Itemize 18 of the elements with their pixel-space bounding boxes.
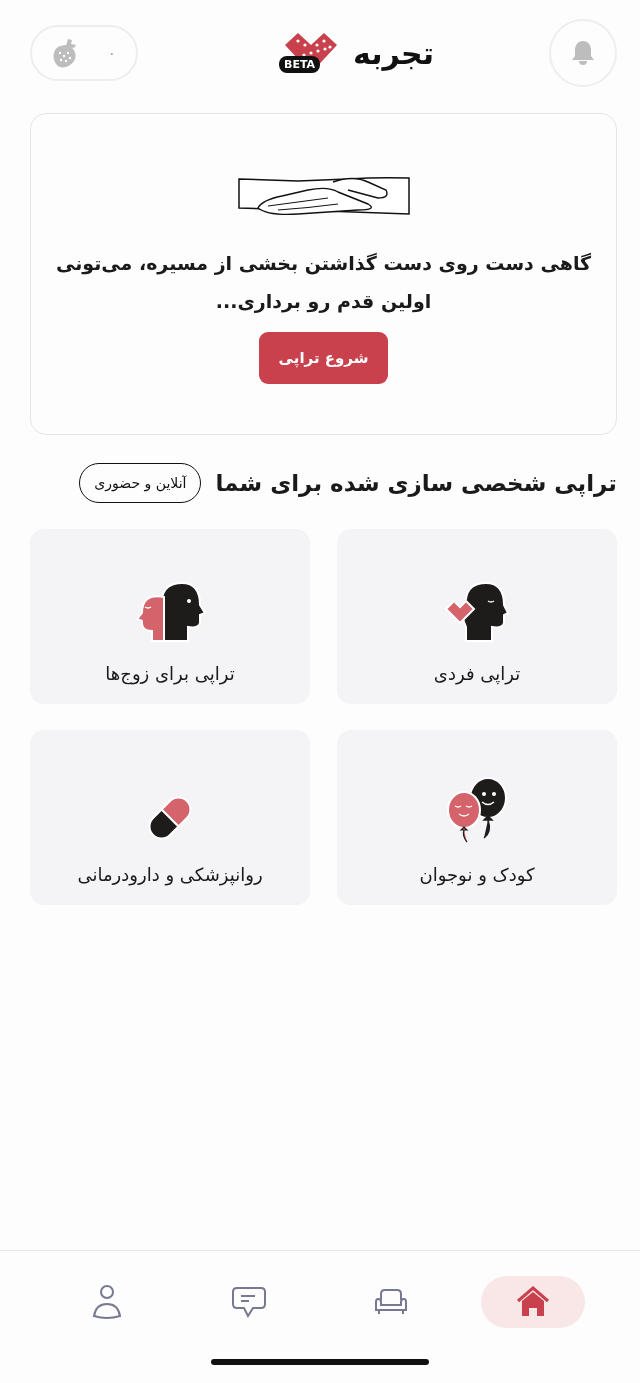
category-card[interactable]: کودک و نوجوان xyxy=(337,730,617,905)
category-card[interactable]: تراپی فردی xyxy=(337,529,617,704)
filter-chip[interactable]: آنلاین و حضوری xyxy=(79,463,202,503)
hero-text: گاهی دست روی دست گذاشتن بخشی از مسیره، می‌تونی اولین قدم رو برداری... xyxy=(54,251,593,315)
beta-badge: BETA xyxy=(279,56,321,73)
bell-icon xyxy=(570,39,596,67)
chat-icon xyxy=(231,1286,267,1318)
start-therapy-button[interactable]: شروع تراپی xyxy=(258,332,389,384)
category-card[interactable]: تراپی برای زوج‌ها xyxy=(30,529,310,704)
points-count: ۰ xyxy=(107,43,116,63)
sofa-icon xyxy=(374,1288,408,1316)
section-title: تراپی شخصی سازی شده برای شما xyxy=(215,470,617,496)
profile-icon xyxy=(92,1284,122,1320)
category-card[interactable]: روانپزشکی و دارودرمانی xyxy=(30,730,310,905)
head-with-heart-icon xyxy=(444,579,510,645)
logo-text: تجربه xyxy=(353,35,434,71)
nav-tab[interactable] xyxy=(481,1276,585,1328)
home-icon xyxy=(516,1286,550,1318)
